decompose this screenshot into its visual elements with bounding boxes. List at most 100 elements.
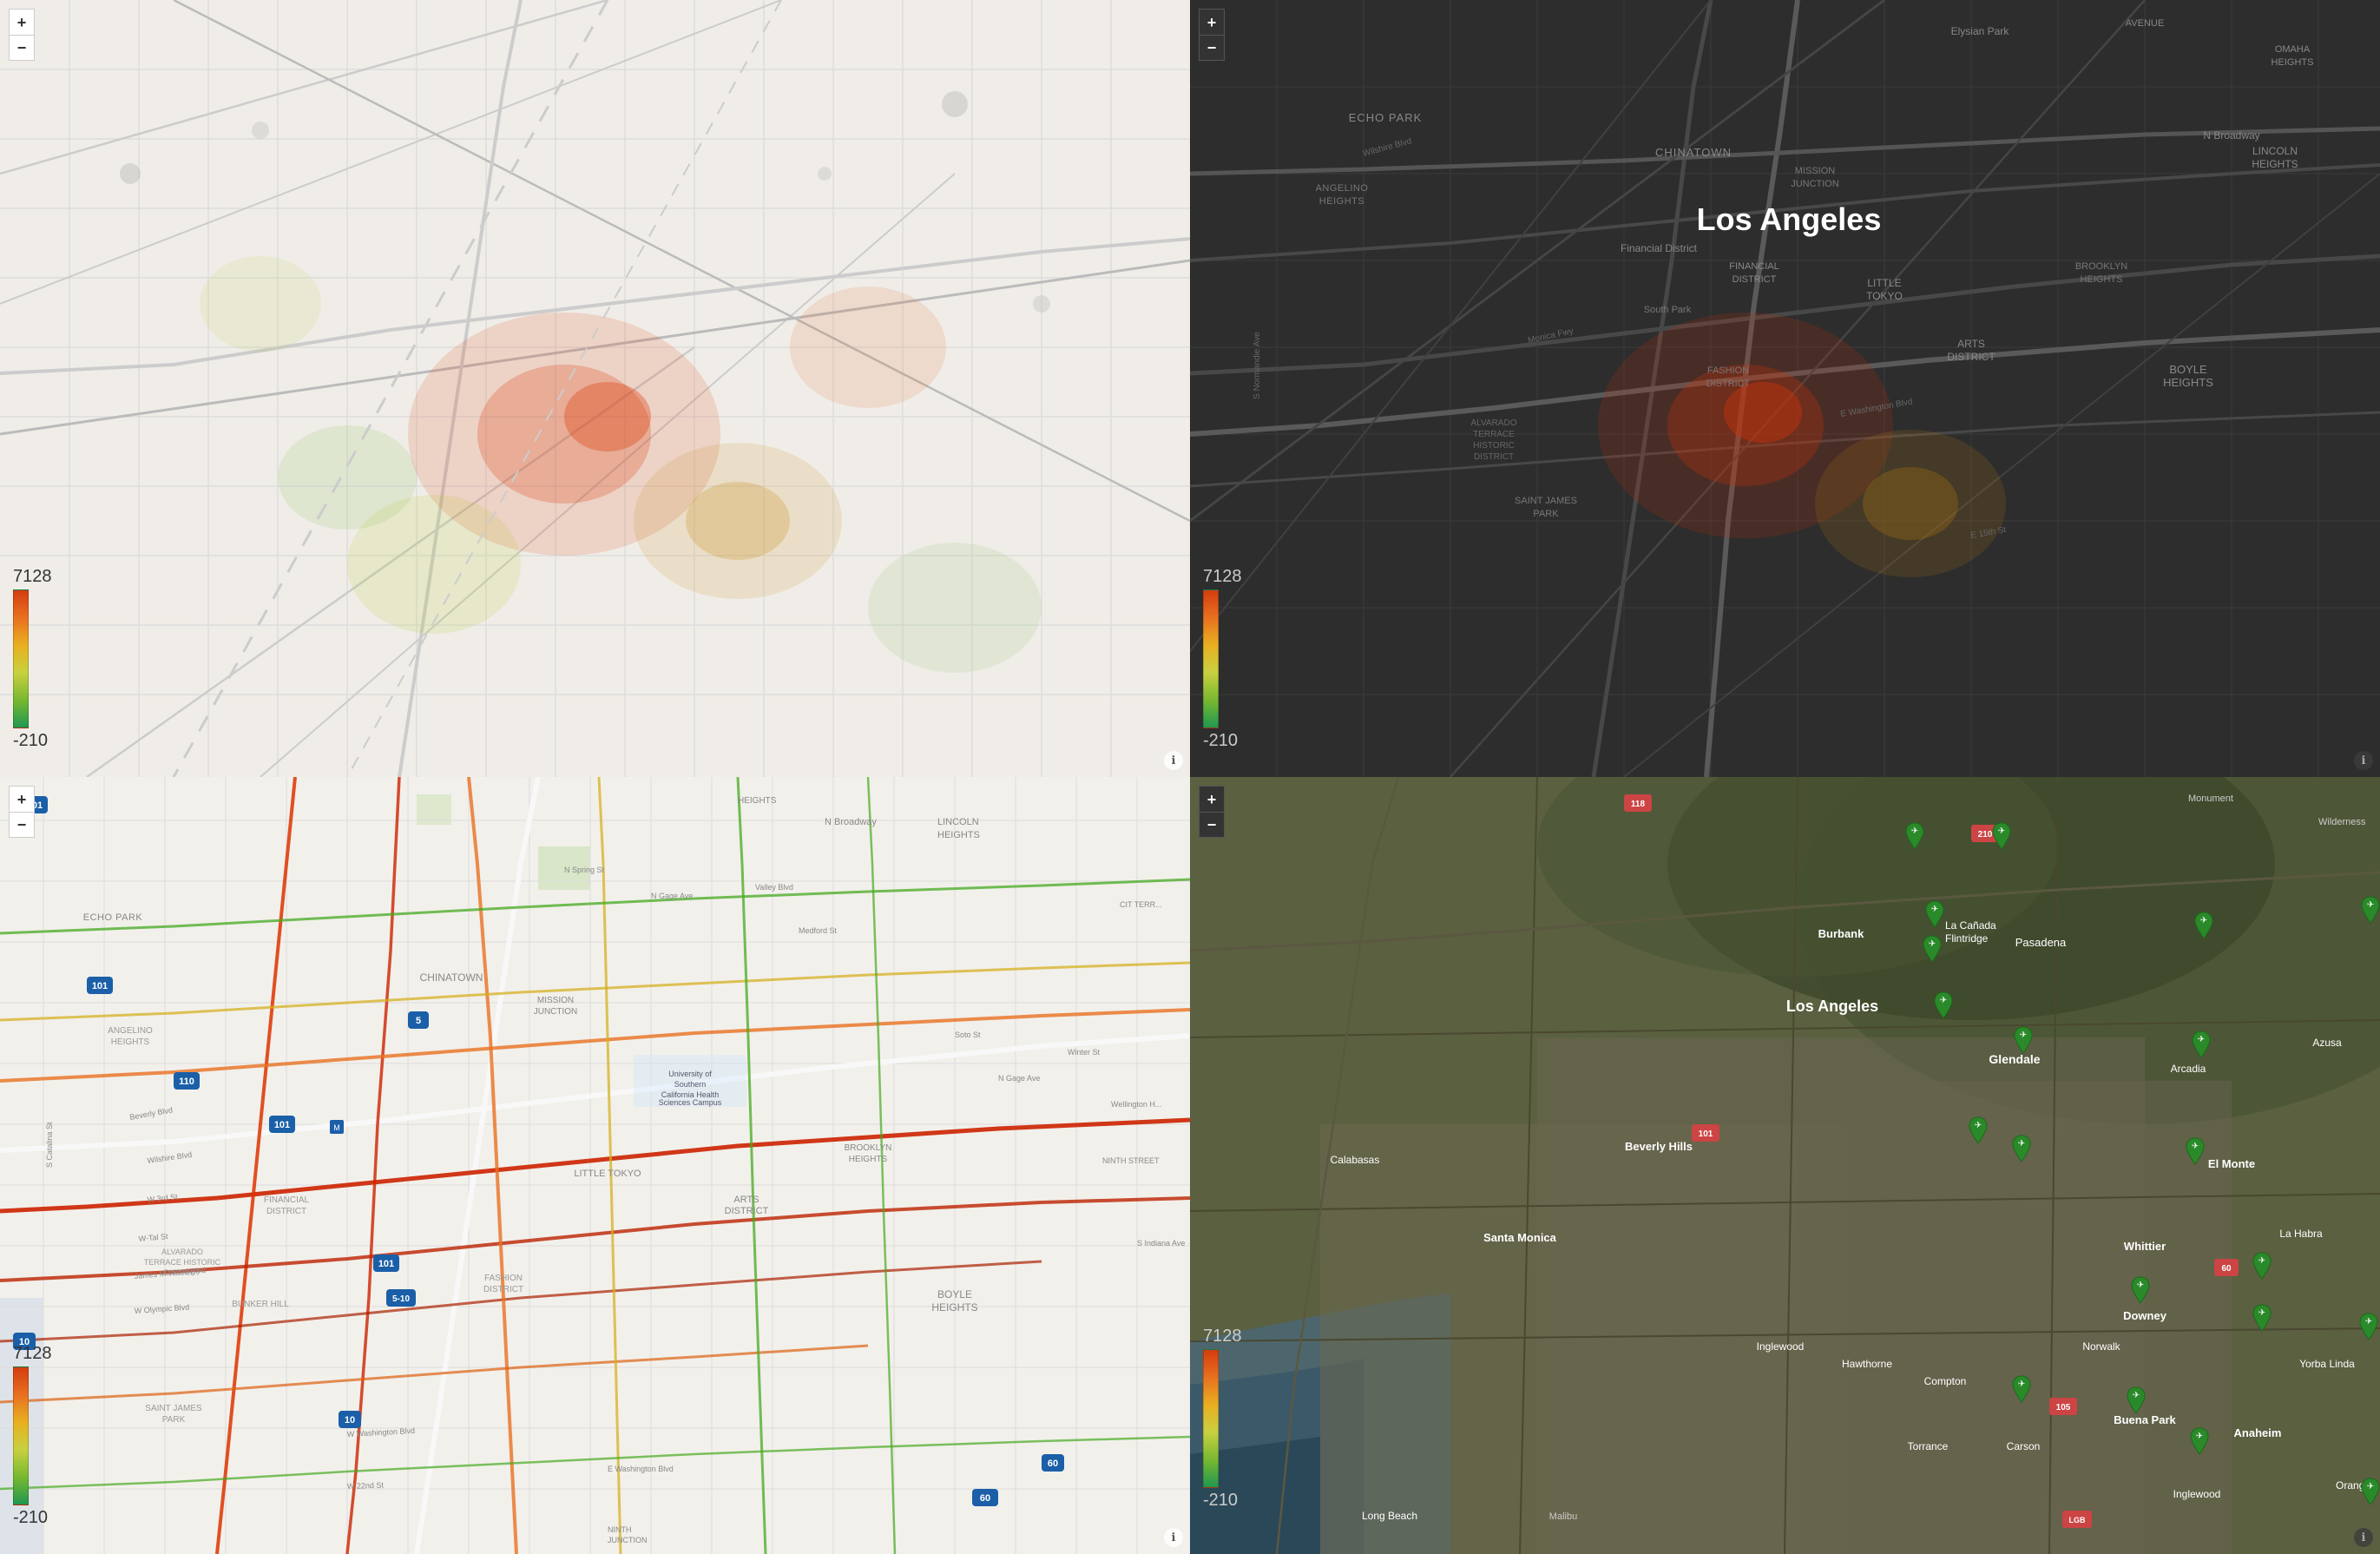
svg-text:ARTS: ARTS	[1957, 338, 1985, 350]
svg-text:S Catalina St: S Catalina St	[45, 1122, 54, 1168]
svg-text:ALVARADO: ALVARADO	[1471, 418, 1517, 428]
svg-text:Arcadia: Arcadia	[2171, 1063, 2206, 1075]
svg-text:Flintridge: Flintridge	[1945, 932, 1989, 945]
svg-text:DISTRICT: DISTRICT	[266, 1207, 306, 1216]
svg-text:E Washington Blvd: E Washington Blvd	[608, 1465, 674, 1473]
info-btn-br[interactable]: ℹ	[2354, 1528, 2373, 1547]
info-btn-tr[interactable]: ℹ	[2354, 751, 2373, 770]
zoom-in-btn-br[interactable]: +	[1199, 786, 1225, 812]
svg-text:JUNCTION: JUNCTION	[1791, 179, 1839, 189]
svg-text:HISTORIC: HISTORIC	[1473, 441, 1515, 451]
svg-text:5: 5	[416, 1016, 421, 1026]
svg-text:BUNKER HILL: BUNKER HILL	[232, 1300, 289, 1309]
zoom-in-btn-tr[interactable]: +	[1199, 9, 1225, 35]
map-top-left[interactable]: + − 7128 -210 ℹ	[0, 0, 1190, 777]
zoom-out-btn-tl[interactable]: −	[9, 35, 35, 61]
legend-bar-tr	[1203, 589, 1219, 728]
info-btn-bl[interactable]: ℹ	[1164, 1528, 1183, 1547]
svg-text:Monument: Monument	[2188, 793, 2233, 804]
svg-text:✈: ✈	[2192, 1142, 2199, 1151]
legend-max-tl: 7128	[13, 567, 52, 587]
svg-text:BROOKLYN: BROOKLYN	[845, 1143, 892, 1153]
svg-text:✈: ✈	[2198, 1035, 2205, 1044]
svg-text:10: 10	[345, 1415, 355, 1426]
zoom-out-btn-tr[interactable]: −	[1199, 35, 1225, 61]
svg-text:Southern: Southern	[674, 1080, 707, 1089]
svg-text:FINANCIAL: FINANCIAL	[264, 1195, 310, 1205]
svg-text:ECHO PARK: ECHO PARK	[83, 912, 143, 923]
svg-text:Whittier: Whittier	[2124, 1240, 2166, 1253]
svg-text:FASHION: FASHION	[1707, 365, 1749, 376]
svg-text:Malibu: Malibu	[1549, 1511, 1577, 1522]
legend-tr: 7128 -210	[1203, 567, 1242, 751]
legend-bar-br	[1203, 1349, 1219, 1488]
svg-text:DISTRICT: DISTRICT	[1732, 274, 1777, 285]
zoom-out-btn-bl[interactable]: −	[9, 812, 35, 838]
svg-text:HEIGHTS: HEIGHTS	[2272, 57, 2314, 68]
svg-text:FINANCIAL: FINANCIAL	[1729, 261, 1778, 272]
svg-text:Downey: Downey	[2123, 1309, 2167, 1322]
svg-text:JUNCTION: JUNCTION	[608, 1536, 648, 1544]
svg-text:✈: ✈	[2196, 1432, 2203, 1441]
zoom-controls-tr: + −	[1199, 9, 1225, 61]
svg-text:✈: ✈	[1929, 939, 1936, 949]
svg-text:✈: ✈	[1931, 905, 1938, 914]
zoom-in-btn-bl[interactable]: +	[9, 786, 35, 812]
svg-text:HEIGHTS: HEIGHTS	[2081, 274, 2123, 285]
legend-max-tr: 7128	[1203, 567, 1242, 587]
map-bottom-left[interactable]: 101 101 101 101 110 5 10 10 60 60 5-10 M…	[0, 777, 1190, 1554]
svg-text:JUNCTION: JUNCTION	[534, 1007, 578, 1017]
svg-text:MISSION: MISSION	[1795, 166, 1836, 176]
svg-text:✈: ✈	[2258, 1308, 2265, 1318]
svg-text:W 22nd St: W 22nd St	[347, 1481, 385, 1491]
svg-text:N Gage Ave: N Gage Ave	[651, 892, 693, 900]
svg-text:LINCOLN: LINCOLN	[937, 817, 979, 827]
svg-text:Sciences Campus: Sciences Campus	[659, 1098, 722, 1107]
svg-text:University of: University of	[668, 1070, 712, 1078]
svg-text:Winter St: Winter St	[1068, 1048, 1101, 1057]
svg-text:PARK: PARK	[162, 1415, 186, 1425]
svg-text:Calabasas: Calabasas	[1331, 1154, 1380, 1166]
svg-text:TERRACE: TERRACE	[1473, 430, 1515, 439]
svg-text:Soto St: Soto St	[955, 1031, 981, 1039]
zoom-in-btn-tl[interactable]: +	[9, 9, 35, 35]
svg-text:Torrance: Torrance	[1908, 1440, 1949, 1452]
legend-br: 7128 -210	[1203, 1327, 1242, 1511]
zoom-controls-bl: + −	[9, 786, 35, 838]
svg-text:N Broadway: N Broadway	[825, 817, 877, 827]
svg-text:210: 210	[1978, 830, 1993, 840]
svg-text:5-10: 5-10	[392, 1294, 410, 1304]
svg-text:✈: ✈	[1975, 1121, 1982, 1130]
svg-text:Los Angeles: Los Angeles	[1786, 998, 1878, 1015]
svg-text:NINTH: NINTH	[608, 1525, 632, 1534]
legend-max-bl: 7128	[13, 1344, 52, 1364]
svg-text:Santa Monica: Santa Monica	[1483, 1231, 1557, 1244]
svg-text:60: 60	[980, 1493, 990, 1504]
svg-text:OMAHA: OMAHA	[2275, 44, 2311, 55]
svg-text:✈: ✈	[2367, 900, 2374, 910]
svg-text:FASHION: FASHION	[484, 1274, 523, 1283]
svg-text:SAINT JAMES: SAINT JAMES	[1515, 496, 1577, 506]
svg-text:Inglewood: Inglewood	[2173, 1488, 2221, 1500]
legend-bar-tl	[13, 589, 29, 728]
svg-text:DISTRICT: DISTRICT	[1947, 351, 1995, 363]
info-btn-tl[interactable]: ℹ	[1164, 751, 1183, 770]
svg-text:CHINATOWN: CHINATOWN	[420, 971, 483, 984]
svg-text:✈: ✈	[2367, 1482, 2374, 1491]
svg-text:TOKYO: TOKYO	[1866, 290, 1903, 302]
svg-text:AVENUE: AVENUE	[2126, 18, 2164, 29]
zoom-out-btn-br[interactable]: −	[1199, 812, 1225, 838]
svg-text:BOYLE: BOYLE	[2169, 363, 2207, 376]
svg-text:S Normandie Ave: S Normandie Ave	[1252, 332, 1262, 399]
svg-text:Wilderness: Wilderness	[2318, 817, 2366, 827]
svg-text:HEIGHTS: HEIGHTS	[2252, 158, 2298, 170]
svg-text:Financial District: Financial District	[1621, 242, 1698, 254]
svg-text:118: 118	[1631, 800, 1646, 809]
map-bottom-right[interactable]: 118 210 101 105 60 LGB Los Angeles Glend…	[1190, 777, 2380, 1554]
svg-text:✈: ✈	[1940, 996, 1947, 1005]
map-top-right[interactable]: Los Angeles ECHO PARK ANGELINO HEIGHTS C…	[1190, 0, 2380, 777]
svg-text:Norwalk: Norwalk	[2082, 1340, 2120, 1353]
zoom-controls-tl: + −	[9, 9, 35, 61]
svg-text:SAINT JAMES: SAINT JAMES	[145, 1404, 202, 1413]
svg-text:N Broadway: N Broadway	[2203, 129, 2259, 142]
